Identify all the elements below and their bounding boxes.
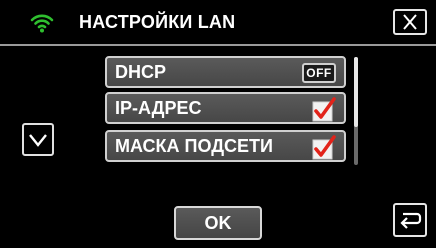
menu-item-label: DHCP: [115, 62, 167, 82]
scrollbar-thumb[interactable]: [354, 57, 358, 127]
close-icon: [403, 14, 417, 30]
menu-item-dhcp[interactable]: DHCP OFF: [105, 56, 346, 88]
ok-button[interactable]: OK: [174, 206, 262, 240]
wifi-icon: [30, 14, 54, 33]
header-divider: [0, 44, 436, 46]
checkbox-checked-icon: [312, 97, 336, 122]
lan-settings-screen: НАСТРОЙКИ LAN DHCP OFF IP-АДРЕС МАСКА ПО…: [0, 0, 436, 248]
dhcp-toggle-status: OFF: [302, 63, 336, 83]
menu-item-label: IP-АДРЕС: [115, 98, 202, 118]
back-button[interactable]: [393, 203, 427, 237]
chevron-down-icon: [29, 134, 47, 147]
header-bar: НАСТРОЙКИ LAN: [0, 0, 436, 44]
menu-item-subnet-mask[interactable]: МАСКА ПОДСЕТИ: [105, 130, 346, 162]
menu-item-ip-address[interactable]: IP-АДРЕС: [105, 92, 346, 124]
page-title: НАСТРОЙКИ LAN: [79, 12, 236, 32]
scrollbar[interactable]: [354, 57, 358, 165]
menu-item-label: МАСКА ПОДСЕТИ: [115, 136, 273, 156]
close-button[interactable]: [393, 9, 427, 35]
back-arrow-icon: [400, 212, 422, 229]
checkbox-checked-icon: [312, 135, 336, 160]
scroll-down-button[interactable]: [22, 123, 54, 156]
